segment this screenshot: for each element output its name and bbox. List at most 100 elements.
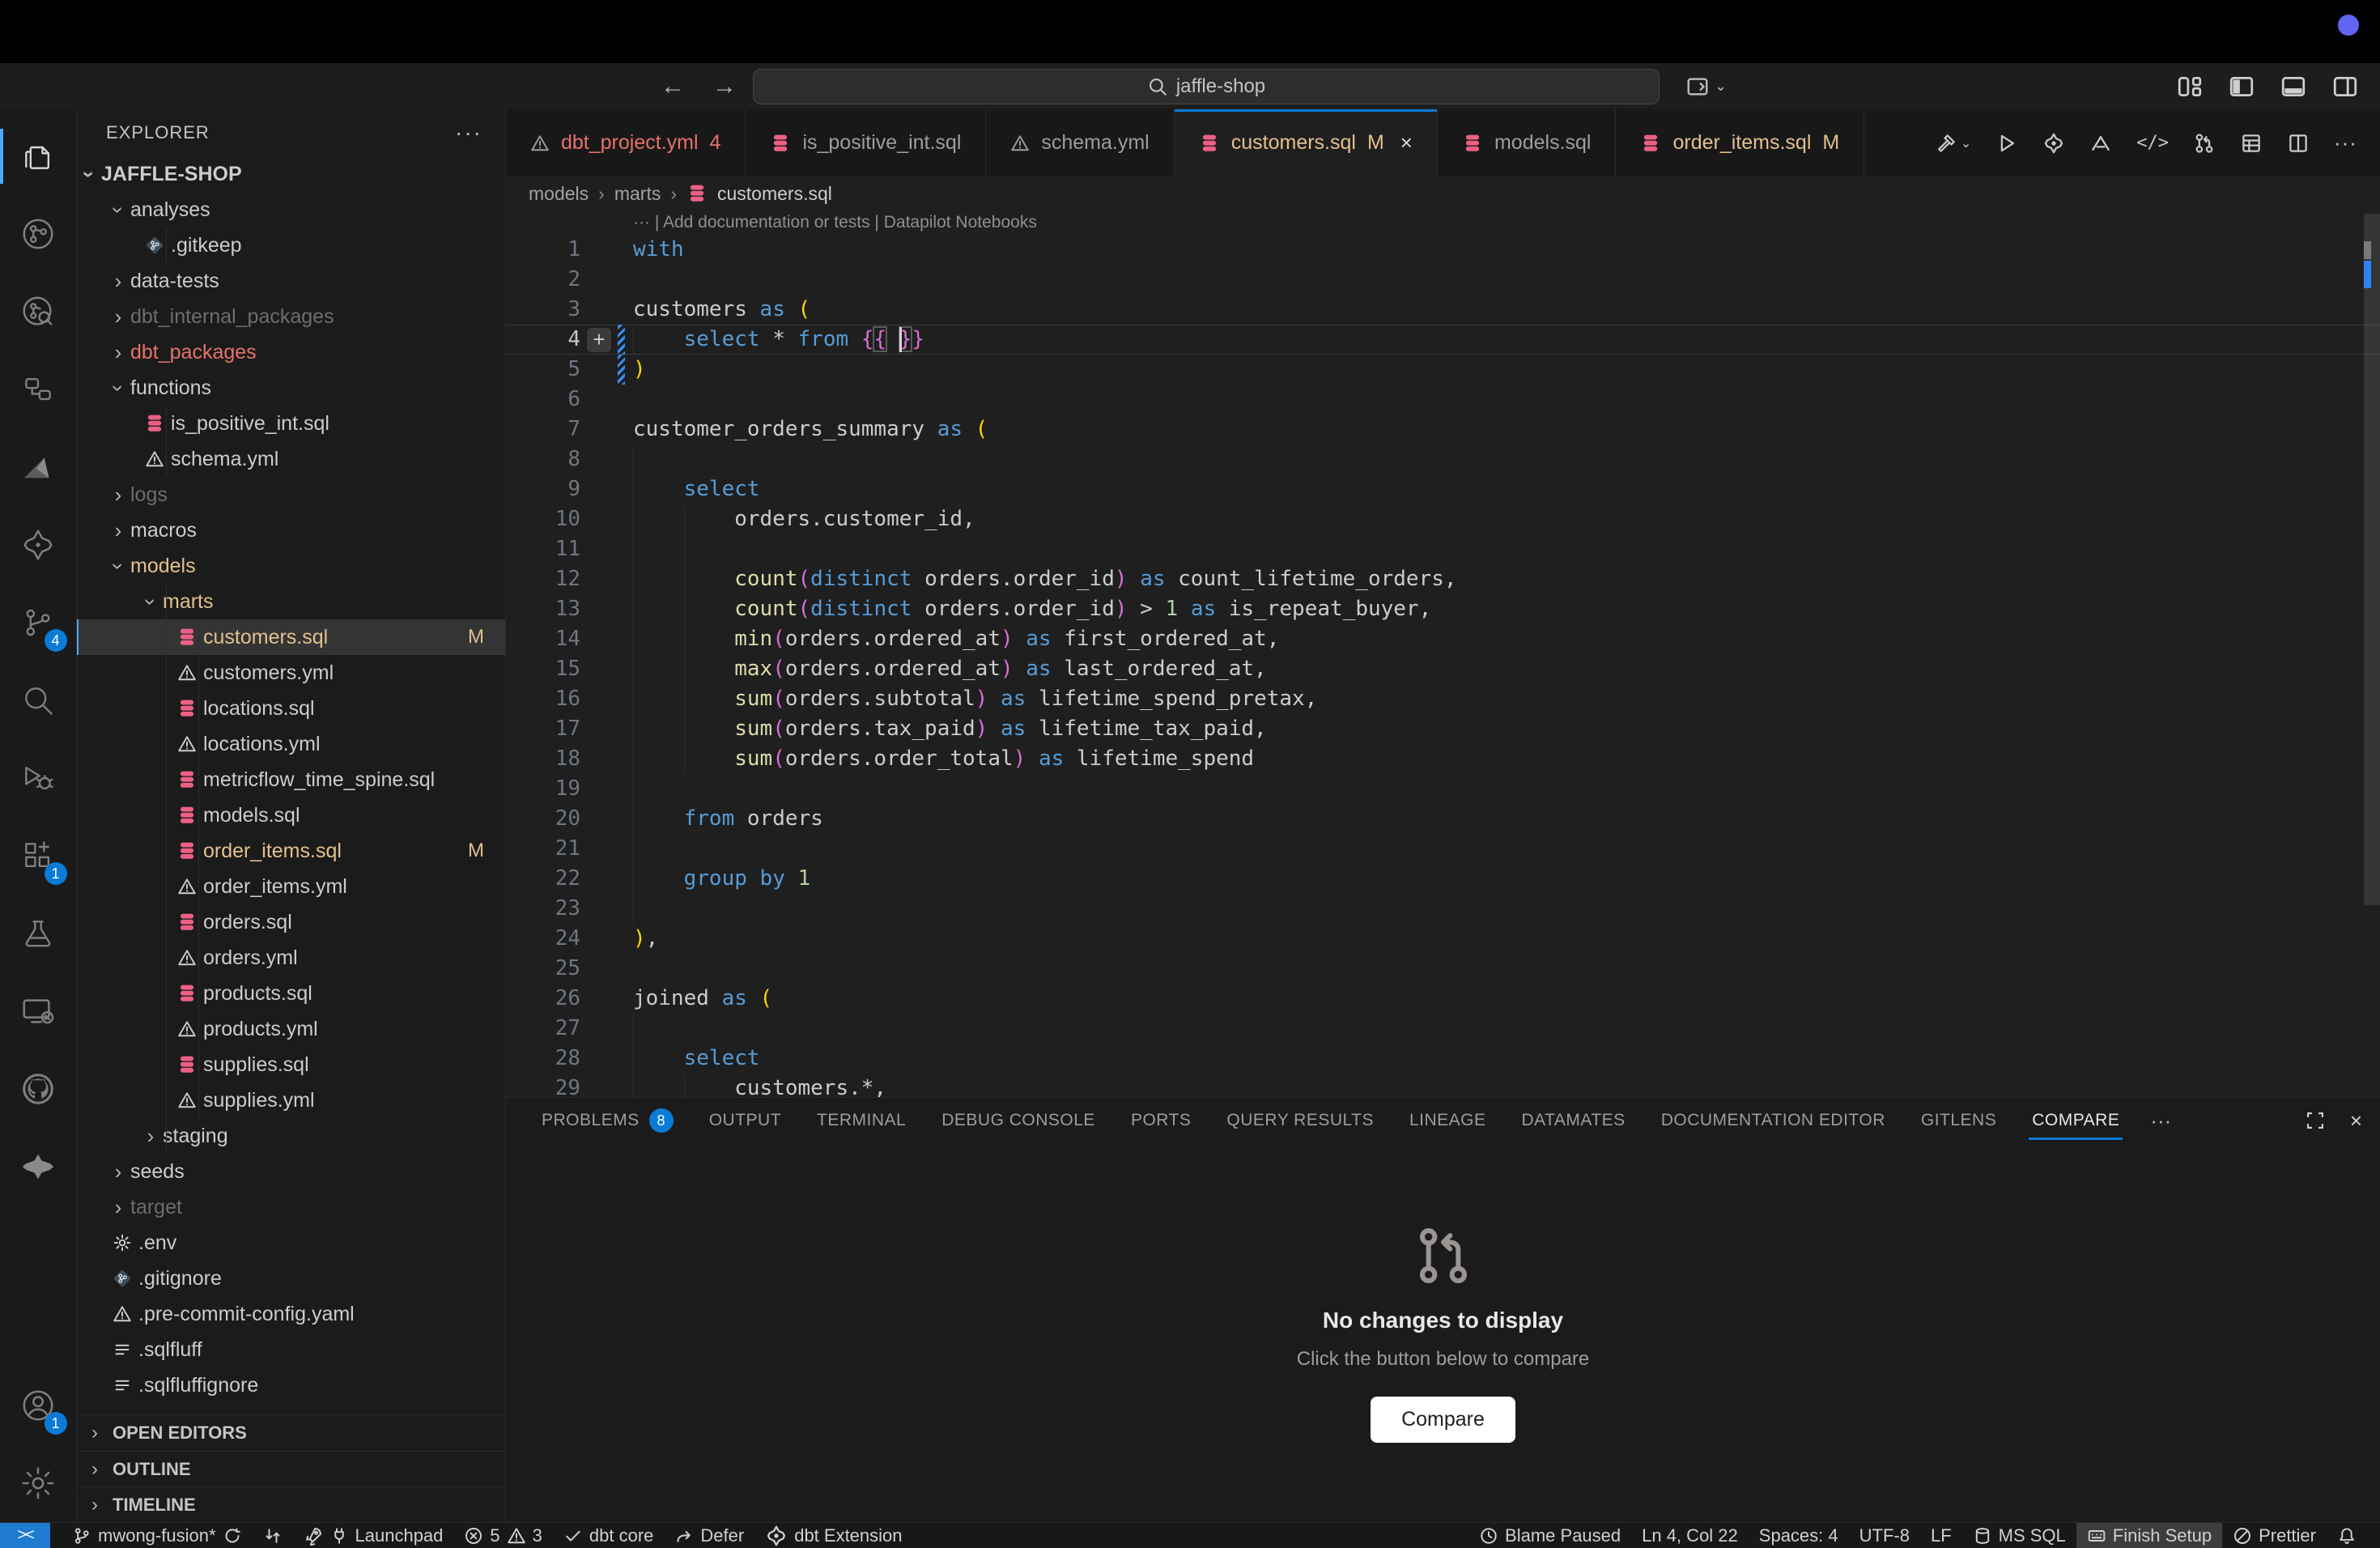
tree-item-analyses[interactable]: ›analyses (77, 192, 505, 228)
section-timeline[interactable]: ›TIMELINE (77, 1486, 505, 1522)
tree-item-staging[interactable]: ›staging (77, 1118, 505, 1154)
activity-flowchart[interactable] (0, 351, 77, 428)
code-line-12[interactable]: 12 count(distinct orders.order_id) as co… (506, 564, 2380, 594)
tree-item-customers-sql[interactable]: customers.sqlM (77, 619, 505, 655)
code-line-6[interactable]: 6 (506, 385, 2380, 415)
breadcrumb[interactable]: models›marts›customers.sql (506, 176, 2380, 211)
tree-item--sqlfluffignore[interactable]: .sqlfluffignore (77, 1367, 505, 1403)
panel-tab-compare[interactable]: COMPARE (2014, 1098, 2137, 1143)
status-launchpad[interactable]: Launchpad (293, 1523, 454, 1548)
tree-item-order-items-sql[interactable]: order_items.sqlM (77, 833, 505, 869)
tree-item-marts[interactable]: ›marts (77, 584, 505, 619)
editor-tab-schema-yml[interactable]: schema.yml (986, 109, 1174, 176)
datapilot-icon[interactable] (2089, 132, 2112, 155)
activity-explorer[interactable] (0, 117, 77, 195)
activity-source-control[interactable]: 4 (0, 584, 77, 661)
tree-item-customers-yml[interactable]: customers.yml (77, 655, 505, 691)
code-preview-icon[interactable]: </> (2136, 133, 2169, 153)
code-line-10[interactable]: 10 orders.customer_id, (506, 504, 2380, 534)
tree-item-products-sql[interactable]: products.sql (77, 976, 505, 1011)
tree-item-orders-yml[interactable]: orders.yml (77, 940, 505, 976)
activity-settings[interactable] (0, 1444, 77, 1522)
remote-indicator[interactable]: >< (0, 1523, 50, 1548)
code-line-9[interactable]: 9 select (506, 474, 2380, 504)
tree-item-locations-sql[interactable]: locations.sql (77, 691, 505, 726)
tree-item-schema-yml[interactable]: schema.yml (77, 441, 505, 477)
status-encoding[interactable]: UTF-8 (1849, 1523, 1920, 1548)
activity-extensions[interactable]: 1 (0, 817, 77, 895)
nav-back-icon[interactable]: ← (661, 73, 685, 100)
activity-remote-explorer[interactable] (0, 972, 77, 1050)
tree-item-seeds[interactable]: ›seeds (77, 1154, 505, 1189)
panel-tab-documentation-editor[interactable]: DOCUMENTATION EDITOR (1643, 1098, 1903, 1143)
command-center-search[interactable]: jaffle-shop (753, 69, 1660, 104)
dbt-icon[interactable] (2042, 132, 2065, 155)
tree-item-order-items-yml[interactable]: order_items.yml (77, 869, 505, 904)
code-line-3[interactable]: 3customers as ( (506, 295, 2380, 325)
code-line-17[interactable]: 17 sum(orders.tax_paid) as lifetime_tax_… (506, 714, 2380, 744)
section-open-editors[interactable]: ›OPEN EDITORS (77, 1415, 505, 1451)
panel-tab-datamates[interactable]: DATAMATES (1504, 1098, 1643, 1143)
breadcrumb-item[interactable]: marts (614, 183, 661, 205)
tree-item-products-yml[interactable]: products.yml (77, 1011, 505, 1047)
activity-github[interactable] (0, 1050, 77, 1128)
editor-tab-dbt-project-yml[interactable]: dbt_project.yml4 (506, 109, 746, 176)
maximize-panel-icon[interactable] (2305, 1110, 2326, 1131)
code-line-2[interactable]: 2 (506, 265, 2380, 295)
status-indentation[interactable]: Spaces: 4 (1749, 1523, 1849, 1548)
code-line-18[interactable]: 18 sum(orders.order_total) as lifetime_s… (506, 744, 2380, 774)
code-line-8[interactable]: 8 (506, 444, 2380, 474)
layout-control[interactable]: ⌄ (1685, 74, 1727, 99)
tree-item--gitkeep[interactable]: .gitkeep (77, 228, 505, 263)
toggle-panel-icon[interactable] (2280, 73, 2307, 100)
query-table-icon[interactable] (2240, 132, 2263, 155)
tree-item-dbt-packages[interactable]: ›dbt_packages (77, 334, 505, 370)
status-language-mode[interactable]: MS SQL (1962, 1523, 2076, 1548)
build-tools-icon[interactable]: ⌄ (1935, 132, 1971, 155)
tree-item-data-tests[interactable]: ›data-tests (77, 263, 505, 299)
tree-item-locations-yml[interactable]: locations.yml (77, 726, 505, 762)
inline-add-button[interactable]: + (587, 328, 611, 352)
tree-item-is-positive-int-sql[interactable]: is_positive_int.sql (77, 406, 505, 441)
status-eol[interactable]: LF (1920, 1523, 1962, 1548)
split-editor-icon[interactable] (2287, 132, 2310, 155)
tree-item--env[interactable]: .env (77, 1225, 505, 1261)
compare-button[interactable]: Compare (1371, 1397, 1515, 1443)
code-line-28[interactable]: 28 select (506, 1044, 2380, 1074)
tree-item-target[interactable]: ›target (77, 1189, 505, 1225)
status-problems-summary[interactable]: 53 (453, 1523, 553, 1548)
git-pull-request-icon[interactable] (2193, 132, 2216, 155)
toggle-primary-sidebar-icon[interactable] (2228, 73, 2255, 100)
status-defer[interactable]: Defer (664, 1523, 754, 1548)
tree-item-macros[interactable]: ›macros (77, 512, 505, 548)
panel-tab-query-results[interactable]: QUERY RESULTS (1209, 1098, 1392, 1143)
code-line-19[interactable]: 19 (506, 774, 2380, 804)
code-line-24[interactable]: 24), (506, 924, 2380, 954)
editor-tab-customers-sql[interactable]: customers.sqlM× (1175, 109, 1438, 176)
code-line-16[interactable]: 16 sum(orders.subtotal) as lifetime_spen… (506, 684, 2380, 714)
panel-tab-debug-console[interactable]: DEBUG CONSOLE (924, 1098, 1113, 1143)
code-line-15[interactable]: 15 max(orders.ordered_at) as last_ordere… (506, 654, 2380, 684)
close-icon[interactable]: × (1400, 130, 1413, 155)
panel-tab-output[interactable]: OUTPUT (691, 1098, 799, 1143)
section-outline[interactable]: ›OUTLINE (77, 1451, 505, 1486)
code-line-20[interactable]: 20 from orders (506, 804, 2380, 834)
run-icon[interactable] (1995, 132, 2018, 155)
tree-item--sqlfluff[interactable]: .sqlfluff (77, 1332, 505, 1367)
editor-tab-order-items-sql[interactable]: order_items.sqlM (1616, 109, 1864, 176)
panel-tab-terminal[interactable]: TERMINAL (799, 1098, 924, 1143)
toggle-secondary-sidebar-icon[interactable] (2331, 73, 2359, 100)
close-panel-icon[interactable]: × (2350, 1108, 2362, 1133)
status-dbt-extension[interactable]: dbt Extension (754, 1523, 912, 1548)
scrollbar-slider[interactable] (2364, 214, 2380, 905)
code-line-22[interactable]: 22 group by 1 (506, 864, 2380, 894)
tree-item-functions[interactable]: ›functions (77, 370, 505, 406)
tree-item--pre-commit-config-yaml[interactable]: .pre-commit-config.yaml (77, 1296, 505, 1332)
status-notifications[interactable] (2327, 1523, 2367, 1548)
panel-tab-lineage[interactable]: LINEAGE (1392, 1098, 1504, 1143)
breadcrumb-item[interactable]: models (529, 183, 589, 205)
code-line-26[interactable]: 26joined as ( (506, 984, 2380, 1014)
status-cursor-position[interactable]: Ln 4, Col 22 (1631, 1523, 1749, 1548)
panel-tab-gitlens[interactable]: GITLENS (1903, 1098, 2014, 1143)
code-line-25[interactable]: 25 (506, 954, 2380, 984)
